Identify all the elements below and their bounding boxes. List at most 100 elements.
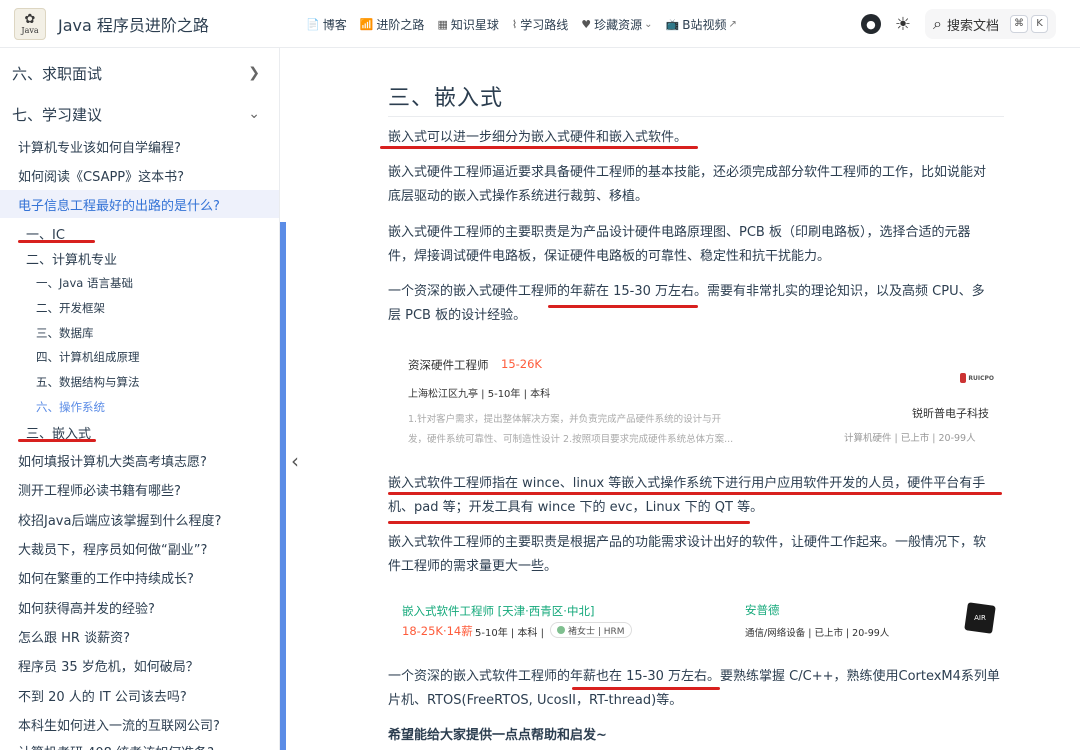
toc-subitem[interactable]: 四、计算机组成原理 — [36, 349, 140, 365]
heading-divider — [388, 116, 1004, 117]
sidebar-scroll-indicator[interactable] — [280, 222, 286, 750]
site-title[interactable]: Java 程序员进阶之路 — [58, 12, 209, 36]
search-button[interactable]: ⌕ 搜索文档 ⌘ K — [925, 9, 1056, 39]
toc-subitem[interactable]: 三、数据库 — [36, 325, 94, 341]
paragraph-line: 一个资深的嵌入式硬件工程师的年薪在 15-30 万左右。需要有非常扎实的理论知识… — [388, 284, 985, 299]
sidebar-item[interactable]: 如何获得高并发的经验? — [18, 598, 155, 617]
sidebar-item[interactable]: 校招Java后端应该掌握到什么程度? — [18, 510, 221, 529]
job-meta: 5-10年 | 本科 | — [475, 628, 544, 639]
paragraph-line: 嵌入式软件工程师的主要职责是根据产品的功能需求设计出好的软件，让硬件工作起来。一… — [388, 535, 987, 550]
paragraph-line: 机、pad 等；开发工具有 wince 下的 evc，Linux 下的 QT 等… — [388, 500, 764, 515]
annotation-underline — [388, 521, 750, 524]
sidebar-item[interactable]: 如何阅读《CSAPP》这本书? — [18, 166, 184, 185]
nav-right: ● ☀ ⌕ 搜索文档 ⌘ K — [860, 7, 1056, 41]
annotation-underline — [18, 439, 96, 442]
company-logo: RUICPO — [960, 371, 994, 385]
sidebar-item[interactable]: 程序员 35 岁危机，如何破局？ — [18, 656, 199, 675]
job-description: 1.针对客户需求，提出整体解决方案，并负责完成产品硬件系统的设计与开 — [408, 414, 722, 425]
company-tags: 通信/网络设备 | 已上市 | 20-99人 — [745, 628, 890, 639]
paragraph: 一个资深的嵌入式硬件工程师的年薪在 15-30 万左右。需要有非常扎实的理论知识… — [388, 280, 1004, 328]
paragraph-line: 件工程师的需求量更大一些。 — [388, 559, 558, 574]
sidebar-item[interactable]: 不到 20 人的 IT 公司该去吗? — [18, 686, 187, 705]
logo-text: Java — [21, 26, 39, 35]
external-link-icon: ↗ — [728, 18, 737, 30]
closing-line: 希望能给大家提供一点点帮助和启发~ — [388, 728, 607, 743]
chip-logo-icon: AIR — [964, 602, 996, 634]
nav-roadmap[interactable]: ⌇ 学习路线 — [512, 16, 568, 33]
github-icon[interactable]: ● — [860, 14, 881, 34]
paragraph: 嵌入式软件工程师指在 wince、linux 等嵌入式操作系统下进行用户应用软件… — [388, 472, 1004, 520]
job-salary: 15-26K — [501, 357, 542, 371]
sidebar-item[interactable]: 测开工程师必读书籍有哪些? — [18, 480, 181, 499]
sidebar-item[interactable]: 计算机考研 408 统考该如何准备? — [18, 742, 214, 750]
company-tags: 计算机硬件 | 已上市 | 20-99人 — [844, 433, 976, 444]
paragraph-line: 嵌入式软件工程师指在 wince、linux 等嵌入式操作系统下进行用户应用软件… — [388, 476, 986, 491]
section-label: 七、学习建议 — [12, 105, 103, 124]
section-heading: 三、嵌入式 — [388, 86, 504, 111]
paragraph: 嵌入式硬件工程师逼近要求具备硬件工程师的基本技能，还必须完成部分软件工程师的工作… — [388, 161, 1004, 209]
brand[interactable]: ✿ Java Java 程序员进阶之路 — [14, 6, 209, 42]
job-card-image: 资深硬件工程师 15-26K 上海松江区九亭 | 5-10年 | 本科 1.针对… — [388, 344, 1004, 464]
nav-label: 博客 — [322, 17, 347, 32]
paragraph-line: 片机、RTOS(FreeRTOS, UcosII，RT-thread)等。 — [388, 693, 683, 708]
shortcut-k-key: K — [1031, 15, 1048, 33]
hr-badge: 褚女士 | HRM — [550, 622, 632, 638]
chevron-down-icon: ⌄ — [248, 106, 260, 122]
nav-planet[interactable]: ▦ 知识星球 — [437, 16, 498, 33]
search-label: 搜索文档 — [946, 18, 999, 34]
company-name: 锐昕普电子科技 — [912, 407, 989, 420]
theme-toggle-sun-icon[interactable]: ☀ — [895, 14, 911, 35]
search-icon: ⌕ — [933, 14, 942, 33]
document-icon: 📄 — [306, 17, 320, 31]
chevron-right-icon: ❯ — [248, 65, 260, 81]
annotation-underline — [548, 305, 698, 308]
nav-label: B站视频 — [682, 17, 727, 32]
sidebar-item[interactable]: 本科生如何进入一流的互联网公司? — [18, 715, 220, 734]
paragraph-line: 件，焊接调试硬件电路板，保证硬件电路板的可靠性、稳定性和抗干扰能力。 — [388, 249, 831, 264]
avatar — [557, 626, 565, 634]
annotation-underline — [380, 146, 698, 149]
toc-subitem[interactable]: 二、开发框架 — [36, 300, 105, 316]
paragraph: 嵌入式软件工程师的主要职责是根据产品的功能需求设计出好的软件，让硬件工作起来。一… — [388, 531, 1004, 579]
sidebar-section-interview[interactable]: 六、求职面试 ❯ — [0, 55, 279, 91]
sidebar-item[interactable]: 计算机专业该如何自学编程? — [18, 137, 181, 156]
nav-advance[interactable]: 📶 进阶之路 — [360, 16, 425, 33]
section-label: 六、求职面试 — [12, 64, 103, 83]
heart-icon: ♥ — [581, 17, 592, 31]
nav-links: 📄 博客 📶 进阶之路 ▦ 知识星球 ⌇ 学习路线 ♥ 珍藏资源 ⌄ 📺 B站视频 ↗ — [306, 0, 750, 48]
shortcut-cmd-key: ⌘ — [1010, 15, 1028, 33]
tv-icon: 📺 — [665, 17, 680, 31]
top-navbar: ✿ Java Java 程序员进阶之路 📄 博客 📶 进阶之路 ▦ 知识星球 ⌇ 学习路… — [0, 0, 1080, 48]
nav-label: 珍藏资源 — [594, 17, 643, 32]
sidebar-item[interactable]: 怎么跟 HR 谈薪资? — [18, 627, 130, 646]
paragraph: 嵌入式硬件工程师的主要职责是为产品设计硬件电路原理图、PCB 板（印刷电路板），… — [388, 221, 1004, 269]
job-card-image: 嵌入式软件工程师 [天津·西青区·中北] 18-25K·14薪 5-10年 | … — [388, 596, 1004, 646]
toc-item[interactable]: 二、计算机专业 — [26, 249, 117, 268]
nav-bilibili[interactable]: 📺 B站视频 ↗ — [666, 16, 737, 33]
annotation-underline — [388, 492, 1002, 495]
sidebar-item[interactable]: 如何填报计算机大类高考填志愿? — [18, 451, 207, 470]
nav-blog[interactable]: 📄 博客 — [306, 16, 347, 33]
toc-subitem-current[interactable]: 六、操作系统 — [36, 399, 105, 415]
collapse-sidebar-icon[interactable]: ‹ — [291, 449, 299, 473]
job-title: 资深硬件工程师 — [408, 358, 489, 372]
toc-subitem[interactable]: 一、Java 语言基础 — [36, 275, 133, 291]
article: 三、嵌入式 嵌入式可以进一步细分为嵌入式硬件和嵌入式软件。 嵌入式硬件工程师逼近… — [388, 48, 1004, 750]
sidebar-section-advice[interactable]: 七、学习建议 ⌄ — [0, 96, 279, 132]
annotation-underline — [18, 240, 95, 243]
sidebar-item-active[interactable]: 电子信息工程最好的出路的是什么? — [18, 195, 220, 214]
toc-subitem[interactable]: 五、数据结构与算法 — [36, 374, 140, 390]
annotation-underline — [572, 687, 720, 690]
site-logo[interactable]: ✿ Java — [14, 8, 46, 40]
signal-icon: 📶 — [359, 17, 374, 31]
svg-text:AIR: AIR — [974, 614, 986, 622]
sidebar-item[interactable]: 如何在繁重的工作中持续成长? — [18, 568, 194, 587]
job-title: 嵌入式软件工程师 [天津·西青区·中北] — [402, 604, 595, 618]
nav-label: 进阶之路 — [376, 17, 425, 32]
paragraph-line: 嵌入式硬件工程师逼近要求具备硬件工程师的基本技能，还必须完成部分软件工程师的工作… — [388, 165, 987, 180]
sidebar: 六、求职面试 ❯ 七、学习建议 ⌄ 计算机专业该如何自学编程? 如何阅读《CSA… — [0, 48, 280, 750]
nav-label: 学习路线 — [520, 17, 569, 32]
nav-resources[interactable]: ♥ 珍藏资源 ⌄ — [581, 16, 652, 33]
nav-label: 知识星球 — [450, 17, 499, 32]
sidebar-item[interactable]: 大裁员下，程序员如何做“副业”? — [18, 539, 207, 558]
